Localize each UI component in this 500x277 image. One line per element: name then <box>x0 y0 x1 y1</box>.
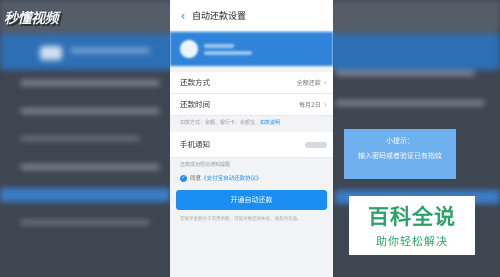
watermark-logo-image: 秒懂视频 秒懂视频 <box>4 10 63 28</box>
svg-text:秒懂视频: 秒懂视频 <box>4 10 61 27</box>
account-name-blurred <box>204 43 234 48</box>
brand-slogan: 助你轻松解决 <box>376 235 448 248</box>
watermark-logo: 秒懂视频 秒懂视频 <box>4 9 80 33</box>
repay-method-row[interactable]: 还款方式 全额还款 › <box>170 72 333 94</box>
tip-title: 小提示： <box>386 137 414 145</box>
method-hint-text: 扣款方式：余额、银行卡、余额宝、 <box>180 120 261 126</box>
repay-method-value-wrap: 全额还款 › <box>297 78 327 87</box>
account-banner <box>170 32 333 66</box>
repay-time-value-wrap: 每月2日 › <box>299 100 327 109</box>
footer-note: 若账单金额大于可用余额，可能导致还款失败，请及时充值。 <box>180 217 302 222</box>
avatar <box>180 40 198 58</box>
chevron-right-icon: › <box>323 78 327 87</box>
sms-notify-toggle[interactable] <box>305 141 327 148</box>
brand-name: 百科全说 <box>368 205 456 229</box>
agreement-prefix: 同意 <box>190 176 202 182</box>
repay-time-value: 每月2日 <box>298 102 321 109</box>
nav-bar: ‹ 自动还款设置 <box>170 0 333 32</box>
tip-overlay: 小提示： 输入密码或者验证已有指纹 <box>344 129 456 179</box>
sms-notify-label: 手机通知 <box>180 140 210 149</box>
phone-screen: ‹ 自动还款设置 还款方式 全额还款 › 还款时间 每月2日 › 扣款方式：余额… <box>170 0 333 277</box>
checkmark-icon[interactable]: ✓ <box>180 174 187 182</box>
repay-method-value: 全额还款 <box>296 80 321 87</box>
method-hint: 扣款方式：余额、银行卡、余额宝、扣款说明 <box>170 116 333 132</box>
notify-description: 还款成功短信通知提醒 <box>180 162 231 168</box>
chevron-right-icon: › <box>323 100 327 109</box>
repay-method-label: 还款方式 <box>180 78 210 87</box>
brand-badge: 百科全说 助你轻松解决 <box>349 196 475 255</box>
enable-autopay-button[interactable]: 开通自动还款 <box>176 190 327 210</box>
repay-time-label: 还款时间 <box>180 100 210 109</box>
chevron-left-icon[interactable]: ‹ <box>176 9 190 23</box>
repay-time-row[interactable]: 还款时间 每月2日 › <box>170 94 333 116</box>
page-title: 自动还款设置 <box>192 12 247 22</box>
tip-body: 输入密码或者验证已有指纹 <box>358 152 442 160</box>
agreement-row[interactable]: ✓ 同意 《支付宝自动还款协议》 <box>170 172 333 184</box>
deduction-info-link[interactable]: 扣款说明 <box>260 120 280 126</box>
account-detail-blurred <box>204 50 252 55</box>
agreement-link[interactable]: 《支付宝自动还款协议》 <box>201 174 262 182</box>
sms-notify-row[interactable]: 手机通知 <box>170 132 333 158</box>
account-info <box>204 41 252 58</box>
